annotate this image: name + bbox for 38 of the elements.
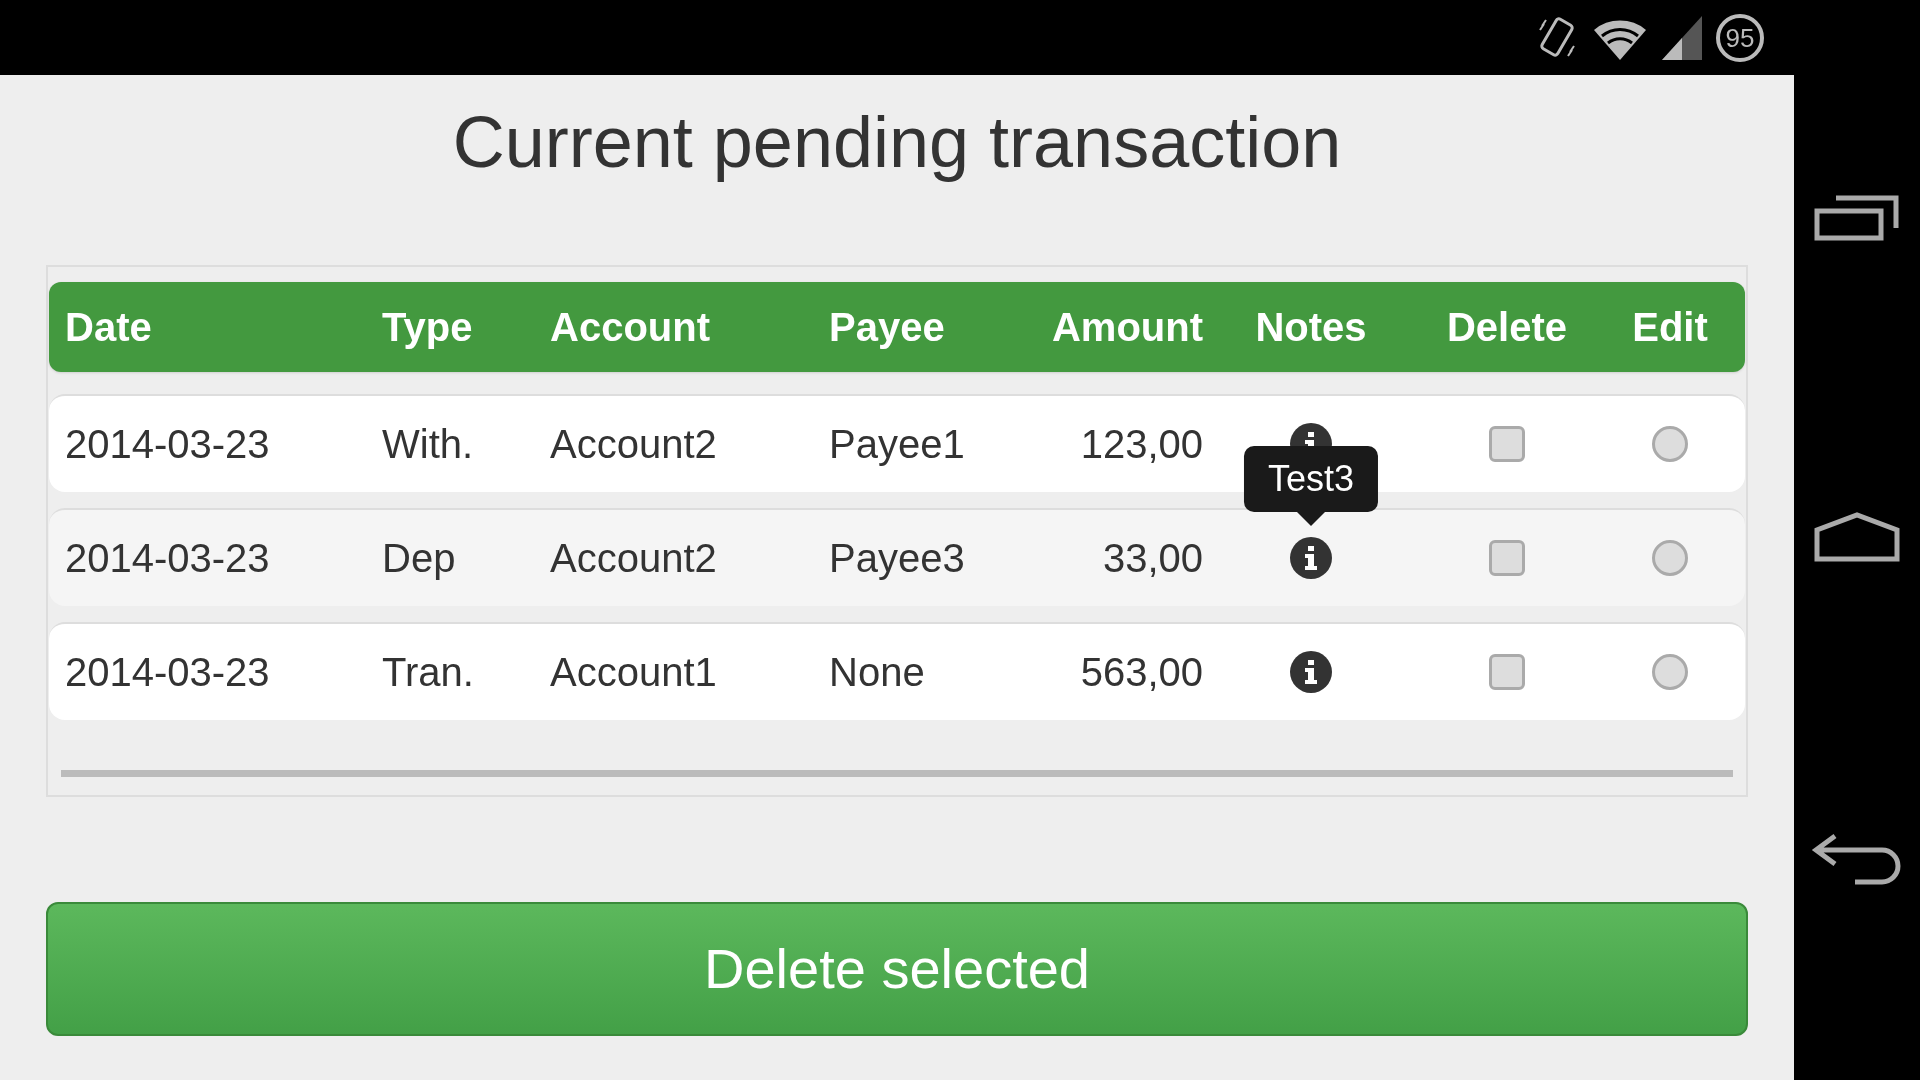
back-icon[interactable]: [1811, 832, 1903, 885]
amount-cell: 563,00: [1080, 650, 1203, 694]
column-header: Account: [550, 305, 710, 349]
column-header: Type: [382, 305, 473, 349]
payee-cell: Payee1: [829, 422, 965, 466]
recent-apps-icon[interactable]: [1814, 195, 1900, 242]
delete-checkbox[interactable]: [1489, 426, 1525, 462]
info-icon[interactable]: [1289, 536, 1333, 580]
date-cell: 2014-03-23: [65, 650, 270, 694]
page-title: Current pending transaction: [452, 101, 1342, 184]
edit-radio[interactable]: [1652, 426, 1688, 462]
delete-checkbox[interactable]: [1489, 654, 1525, 690]
account-cell: Account1: [550, 650, 717, 694]
column-header: Notes: [1255, 305, 1367, 349]
home-icon[interactable]: [1814, 512, 1900, 562]
column-header: Edit: [1632, 305, 1708, 349]
delete-selected-button[interactable]: Delete selected: [46, 902, 1748, 1036]
type-cell: Dep: [382, 536, 456, 580]
payee-cell: Payee3: [829, 536, 965, 580]
account-cell: Account2: [550, 536, 717, 580]
edit-radio[interactable]: [1652, 540, 1688, 576]
column-header: Payee: [829, 305, 945, 349]
battery-indicator: 95: [1716, 13, 1764, 62]
date-cell: 2014-03-23: [65, 422, 270, 466]
edit-radio[interactable]: [1652, 654, 1688, 690]
delete-checkbox[interactable]: [1489, 540, 1525, 576]
amount-cell: 123,00: [1080, 422, 1203, 466]
account-cell: Account2: [550, 422, 717, 466]
column-header: Date: [65, 305, 152, 349]
tooltip: Test3: [1244, 446, 1378, 526]
info-icon[interactable]: [1289, 650, 1333, 694]
amount-cell: 33,00: [1102, 536, 1203, 580]
type-cell: With.: [382, 422, 474, 466]
payee-cell: None: [829, 650, 925, 694]
column-header: Amount: [1051, 305, 1203, 349]
column-header: Delete: [1446, 305, 1568, 349]
date-cell: 2014-03-23: [65, 536, 270, 580]
type-cell: Tran.: [382, 650, 474, 694]
